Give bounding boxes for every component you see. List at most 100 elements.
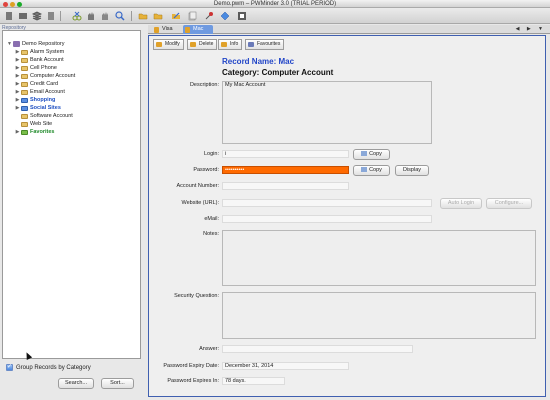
copy-password-button[interactable]: Copy — [353, 165, 390, 176]
tree-item-label: Alarm System — [30, 49, 65, 55]
tab-label: Visa — [162, 26, 173, 32]
search-icon[interactable] — [114, 10, 126, 22]
open-icon[interactable] — [17, 10, 29, 22]
search-button[interactable]: Search... — [58, 378, 94, 389]
toolbar-separator — [60, 11, 61, 21]
title-bar: Demo.pwm – PWMinder 3.0 (TRIAL PERIOD) — [0, 0, 550, 8]
security-question-label: Security Question: — [174, 293, 219, 299]
security-question-field[interactable] — [222, 292, 536, 339]
pin-icon[interactable] — [203, 10, 215, 22]
tree-item-email-account[interactable]: ▶ Email Account — [14, 88, 65, 96]
expires-in-field: 78 days. — [222, 377, 285, 385]
tree-item-label: Email Account — [30, 89, 65, 95]
lock-icon — [185, 26, 190, 33]
email-field[interactable] — [222, 215, 432, 223]
tree-item-bank-account[interactable]: ▶ Bank Account — [14, 56, 64, 64]
modify-label: Modify — [165, 41, 180, 47]
record-category: Category: Computer Account — [222, 68, 334, 77]
collapsed-triangle-icon[interactable]: ▶ — [14, 129, 21, 135]
copy-icon — [361, 167, 368, 173]
tab-navigation-arrows[interactable]: ◀ ▶ ▼ — [516, 25, 546, 34]
info-icon[interactable] — [236, 10, 248, 22]
tree-item-label: Cell Phone — [30, 65, 57, 71]
expand-triangle-icon[interactable]: ▼ — [6, 41, 13, 47]
folder-icon — [21, 81, 28, 87]
display-password-button[interactable]: Display — [395, 165, 429, 176]
new-document-icon[interactable] — [3, 10, 15, 22]
collapsed-triangle-icon[interactable]: ▶ — [14, 97, 21, 103]
collapsed-triangle-icon[interactable]: ▶ — [14, 57, 21, 63]
auto-login-button[interactable]: Auto Login — [440, 198, 482, 209]
description-label: Description: — [189, 82, 219, 88]
tab-visa[interactable]: Visa — [152, 25, 178, 34]
folder-icon[interactable] — [152, 10, 164, 22]
favourites-button[interactable]: Favourites — [245, 39, 285, 50]
info-button[interactable]: Info — [218, 39, 243, 50]
tree-root[interactable]: ▼ Demo Repository — [6, 40, 65, 48]
window-title: Demo.pwm – PWMinder 3.0 (TRIAL PERIOD) — [213, 1, 337, 7]
login-field[interactable]: i — [222, 150, 349, 158]
edit-icon — [156, 42, 162, 47]
website-field[interactable] — [222, 199, 432, 207]
save-icon[interactable] — [31, 10, 43, 22]
tree-item-computer-account[interactable]: ▶ Computer Account — [14, 72, 76, 80]
modify-button[interactable]: Modify — [153, 39, 184, 50]
description-field[interactable]: My Mac Account — [222, 81, 432, 144]
tree-item-web-site[interactable]: Web Site — [14, 120, 52, 128]
collapsed-triangle-icon[interactable]: ▶ — [14, 49, 21, 55]
tree-item-software-account[interactable]: Software Account — [14, 112, 73, 120]
folder-icon — [21, 49, 28, 55]
tree-item-credit-card[interactable]: ▶ Credit Card — [14, 80, 59, 88]
folder-icon — [21, 113, 28, 119]
notes-label: Notes: — [203, 231, 219, 237]
collapsed-triangle-icon[interactable]: ▶ — [14, 105, 21, 111]
repository-tree: ▼ Demo Repository ▶ Alarm System ▶ Bank … — [2, 30, 141, 359]
folder-icon — [21, 121, 28, 127]
group-by-category-checkbox[interactable]: ✓ Group Records by Category — [6, 364, 91, 371]
copy-label: Copy — [369, 151, 382, 157]
edit-folder-icon[interactable] — [170, 10, 182, 22]
tree-item-favorites[interactable]: ▶ Favorites — [14, 128, 55, 136]
folder-icon — [21, 73, 28, 79]
tree-item-label: Bank Account — [30, 57, 64, 63]
copy-icon[interactable] — [85, 10, 97, 22]
group-by-category-label: Group Records by Category — [16, 364, 91, 371]
account-number-field[interactable] — [222, 182, 349, 190]
lock-icon — [154, 26, 159, 33]
cut-icon[interactable] — [71, 10, 83, 22]
document-stack-icon[interactable] — [186, 10, 198, 22]
checkmark-icon[interactable]: ✓ — [6, 364, 13, 371]
collapsed-triangle-icon[interactable]: ▶ — [14, 73, 21, 79]
collapsed-triangle-icon[interactable]: ▶ — [14, 89, 21, 95]
tree-item-cell-phone[interactable]: ▶ Cell Phone — [14, 64, 57, 72]
notes-field[interactable] — [222, 230, 536, 286]
repository-icon — [13, 41, 20, 47]
folder-icon — [21, 97, 28, 103]
expiry-date-label: Password Expiry Date: — [163, 363, 219, 369]
open-folder-icon[interactable] — [137, 10, 149, 22]
document-icon[interactable] — [45, 10, 57, 22]
copy-login-button[interactable]: Copy — [353, 149, 390, 160]
expires-in-label: Password Expires In: — [167, 378, 219, 384]
answer-field[interactable] — [222, 345, 413, 353]
collapsed-triangle-icon[interactable]: ▶ — [14, 81, 21, 87]
tree-item-label: Web Site — [30, 121, 53, 127]
sort-button[interactable]: Sort... — [101, 378, 134, 389]
tree-root-label: Demo Repository — [22, 41, 65, 47]
login-label: Login: — [204, 151, 219, 157]
paste-icon[interactable] — [99, 10, 111, 22]
folder-icon — [21, 105, 28, 111]
tree-item-shopping[interactable]: ▶ Shopping — [14, 96, 56, 104]
diamond-icon[interactable] — [219, 10, 231, 22]
favorites-icon — [21, 129, 28, 135]
email-label: eMail: — [204, 216, 219, 222]
tree-item-label: Software Account — [30, 113, 73, 119]
password-field[interactable]: •••••••••• — [222, 166, 349, 174]
configure-button[interactable]: Configure... — [486, 198, 532, 209]
account-number-label: Account Number: — [176, 183, 220, 189]
collapsed-triangle-icon[interactable]: ▶ — [14, 65, 21, 71]
tree-item-alarm-system[interactable]: ▶ Alarm System — [14, 48, 65, 56]
tab-mac[interactable]: Mac — [183, 25, 213, 34]
tree-item-social-sites[interactable]: ▶ Social Sites — [14, 104, 61, 112]
delete-button[interactable]: Delete — [187, 39, 218, 50]
